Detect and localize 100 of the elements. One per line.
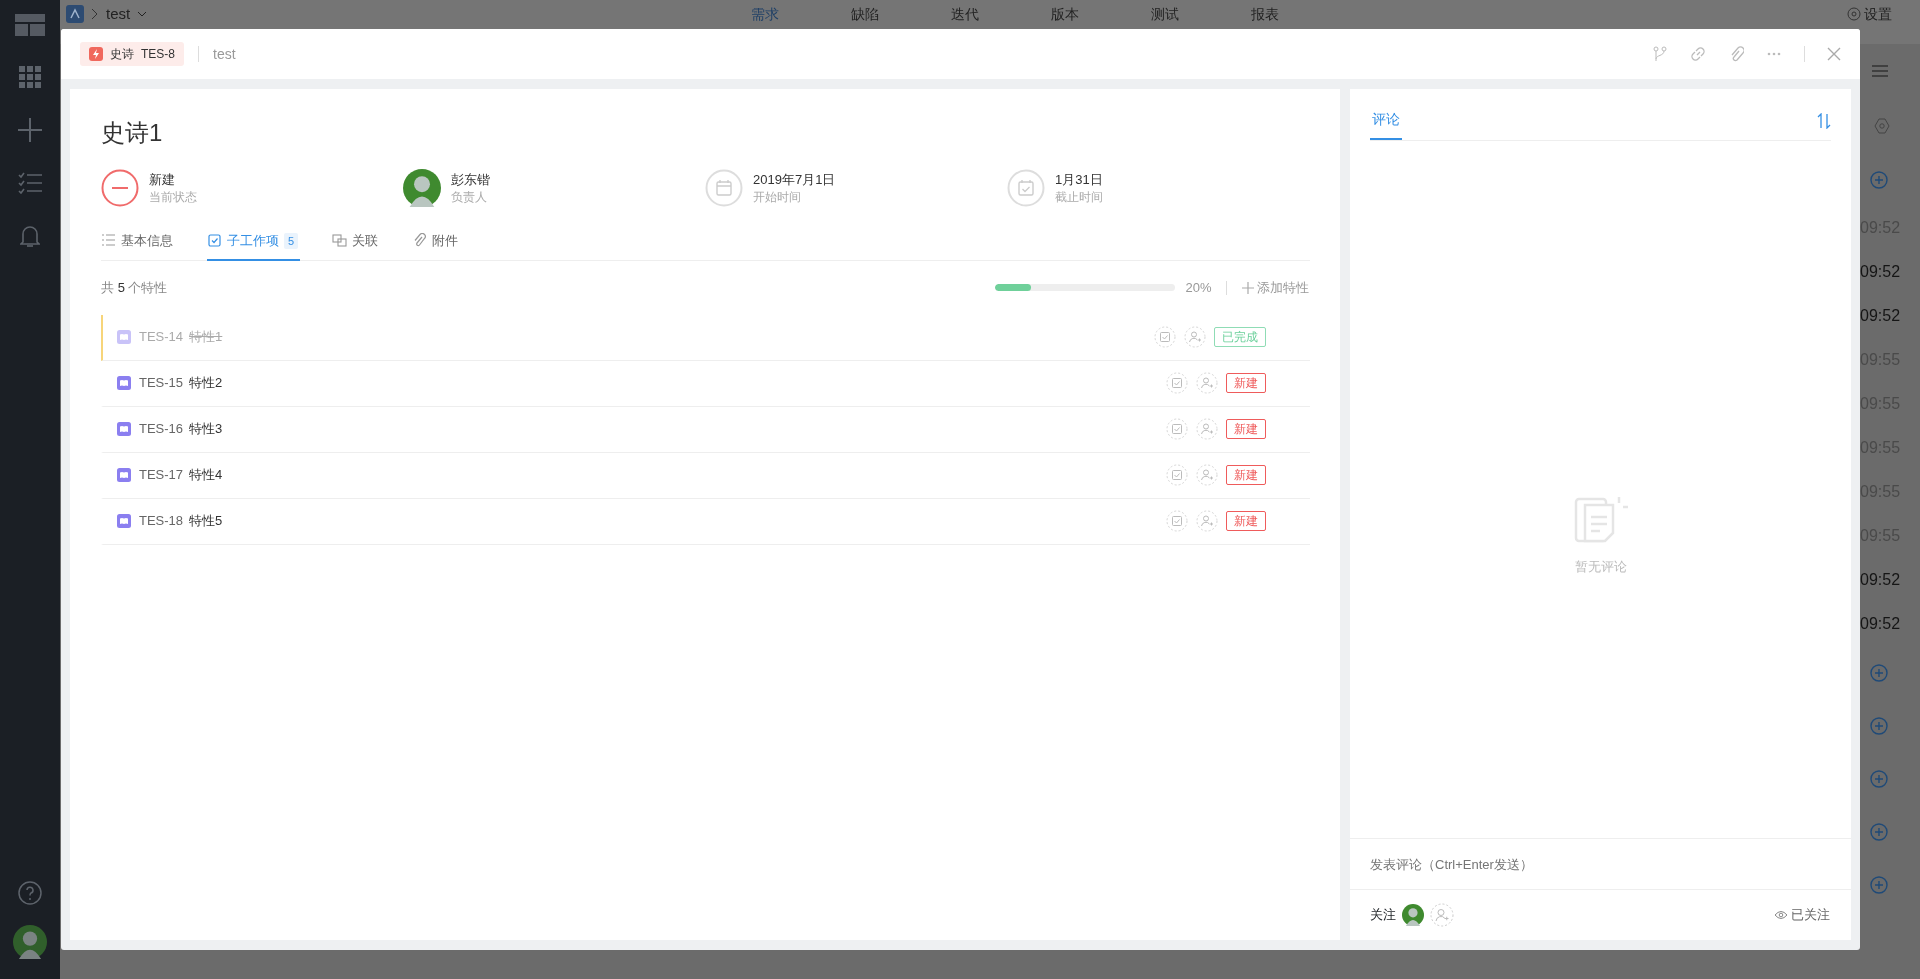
add-user-icon[interactable]: [1196, 418, 1218, 440]
plus-icon[interactable]: [18, 118, 42, 142]
item-name: 特性2: [189, 374, 223, 393]
add-user-icon[interactable]: [1184, 326, 1206, 348]
item-key: TES-15: [139, 373, 184, 393]
plus-icon: [1241, 281, 1254, 294]
field-label: 开始时间: [753, 189, 802, 205]
calendar-icon: [705, 169, 743, 207]
nav-tab[interactable]: 迭代: [915, 3, 1015, 25]
item-name: 特性1: [189, 328, 223, 347]
tab[interactable]: 子工作项 5: [207, 223, 301, 261]
sort-icon[interactable]: [1817, 112, 1831, 129]
lightning-icon: [89, 47, 103, 61]
status-icon: [101, 169, 139, 207]
feature-row[interactable]: TES-16 特性3 新建: [101, 406, 1310, 453]
settings-icon[interactable]: [1874, 117, 1890, 134]
time-label: 09:52: [1860, 570, 1901, 590]
field-value: 新建: [149, 171, 176, 189]
avatar[interactable]: [13, 925, 47, 959]
field-label: 截止时间: [1055, 189, 1103, 205]
date-icon[interactable]: [1154, 326, 1176, 348]
feature-row[interactable]: TES-15 特性2 新建: [101, 360, 1310, 407]
add-icon[interactable]: [1870, 875, 1888, 894]
empty-message: 暂无评论: [1574, 557, 1627, 576]
status-tag: 新建: [1226, 419, 1266, 439]
chevron-icon: [91, 8, 99, 20]
book-icon: [117, 422, 131, 436]
book-icon: [117, 468, 131, 482]
list-icon: [101, 233, 116, 249]
add-user-icon[interactable]: [1430, 903, 1454, 927]
item-key: TES-16: [139, 419, 184, 439]
status-tag: 新建: [1226, 511, 1266, 531]
checklist-icon[interactable]: [18, 172, 42, 194]
item-key: TES-14: [139, 327, 184, 347]
caret-icon[interactable]: [137, 11, 148, 17]
add-user-icon[interactable]: [1196, 464, 1218, 486]
link-icon[interactable]: [1690, 46, 1706, 62]
time-label: 09:52: [1860, 306, 1901, 326]
checkbox-icon: [207, 233, 222, 249]
add-button[interactable]: 添加特性: [1240, 276, 1310, 299]
tab[interactable]: 关联: [332, 223, 381, 261]
list-icon[interactable]: [1872, 65, 1888, 77]
avatar[interactable]: [1402, 904, 1424, 926]
add-icon[interactable]: [1870, 769, 1888, 788]
add-user-icon[interactable]: [1196, 510, 1218, 532]
time-label: 09:52: [1860, 262, 1901, 282]
settings-icon[interactable]: [1846, 7, 1861, 21]
status-tag: 新建: [1226, 373, 1266, 393]
add-user-icon[interactable]: [1196, 372, 1218, 394]
field-value: 1月31日: [1055, 171, 1103, 189]
help-icon[interactable]: [18, 881, 42, 905]
nav-tab[interactable]: 测试: [1115, 3, 1215, 25]
item-title: 史诗1: [101, 118, 164, 148]
comments-tab[interactable]: 评论: [1370, 101, 1402, 140]
feature-row[interactable]: TES-18 特性5 新建: [101, 498, 1310, 545]
add-icon[interactable]: [1870, 170, 1888, 189]
status-tag: 已完成: [1214, 327, 1266, 347]
add-icon[interactable]: [1870, 822, 1888, 841]
book-icon: [117, 330, 131, 344]
item-name: 特性4: [189, 466, 223, 485]
calendar-check-icon: [1007, 169, 1045, 207]
branch-icon[interactable]: [1652, 46, 1668, 62]
field-value: 彭东锴: [451, 171, 490, 189]
logo-icon[interactable]: [15, 14, 45, 36]
item-name: 特性5: [189, 512, 223, 531]
nav-tab[interactable]: 缺陷: [815, 3, 915, 25]
nav-tab[interactable]: 报表: [1215, 3, 1315, 25]
book-icon: [117, 514, 131, 528]
feature-row[interactable]: TES-17 特性4 新建: [101, 452, 1310, 499]
item-key: TES-18: [139, 511, 184, 531]
feature-row[interactable]: TES-14 特性1 已完成: [101, 314, 1310, 361]
item-key: TES-17: [139, 465, 184, 485]
tab[interactable]: 基本信息: [101, 223, 175, 261]
field-label: 当前状态: [149, 189, 197, 205]
item-count: 共 5 个特性: [101, 278, 168, 297]
project-name[interactable]: test: [213, 43, 236, 65]
copy-icon: [332, 233, 348, 249]
progress-reading: 20%: [1185, 278, 1212, 297]
comment-field[interactable]: 发表评论（Ctrl+Enter发送）: [1350, 838, 1851, 890]
apps-icon[interactable]: [19, 66, 41, 88]
date-icon[interactable]: [1166, 418, 1188, 440]
date-icon[interactable]: [1166, 510, 1188, 532]
follow-button[interactable]: 已关注: [1772, 904, 1831, 926]
time-label: 09:52: [1860, 614, 1901, 634]
bell-icon[interactable]: [20, 224, 40, 248]
field-value: 2019年7月1日: [753, 171, 836, 189]
add-icon[interactable]: [1870, 716, 1888, 735]
close-icon[interactable]: [1827, 47, 1841, 61]
type-tag: 史诗 TES-8: [80, 42, 184, 66]
item-name: 特性3: [189, 420, 223, 439]
nav-tab[interactable]: 需求: [715, 3, 815, 25]
add-icon[interactable]: [1870, 663, 1888, 682]
project-icon[interactable]: [66, 5, 84, 23]
settings-link[interactable]: 设置: [1864, 3, 1892, 25]
date-icon[interactable]: [1166, 372, 1188, 394]
book-icon: [117, 376, 131, 390]
project-name[interactable]: test: [106, 3, 131, 25]
nav-tab[interactable]: 版本: [1015, 3, 1115, 25]
tab[interactable]: 附件: [412, 223, 461, 261]
date-icon[interactable]: [1166, 464, 1188, 486]
